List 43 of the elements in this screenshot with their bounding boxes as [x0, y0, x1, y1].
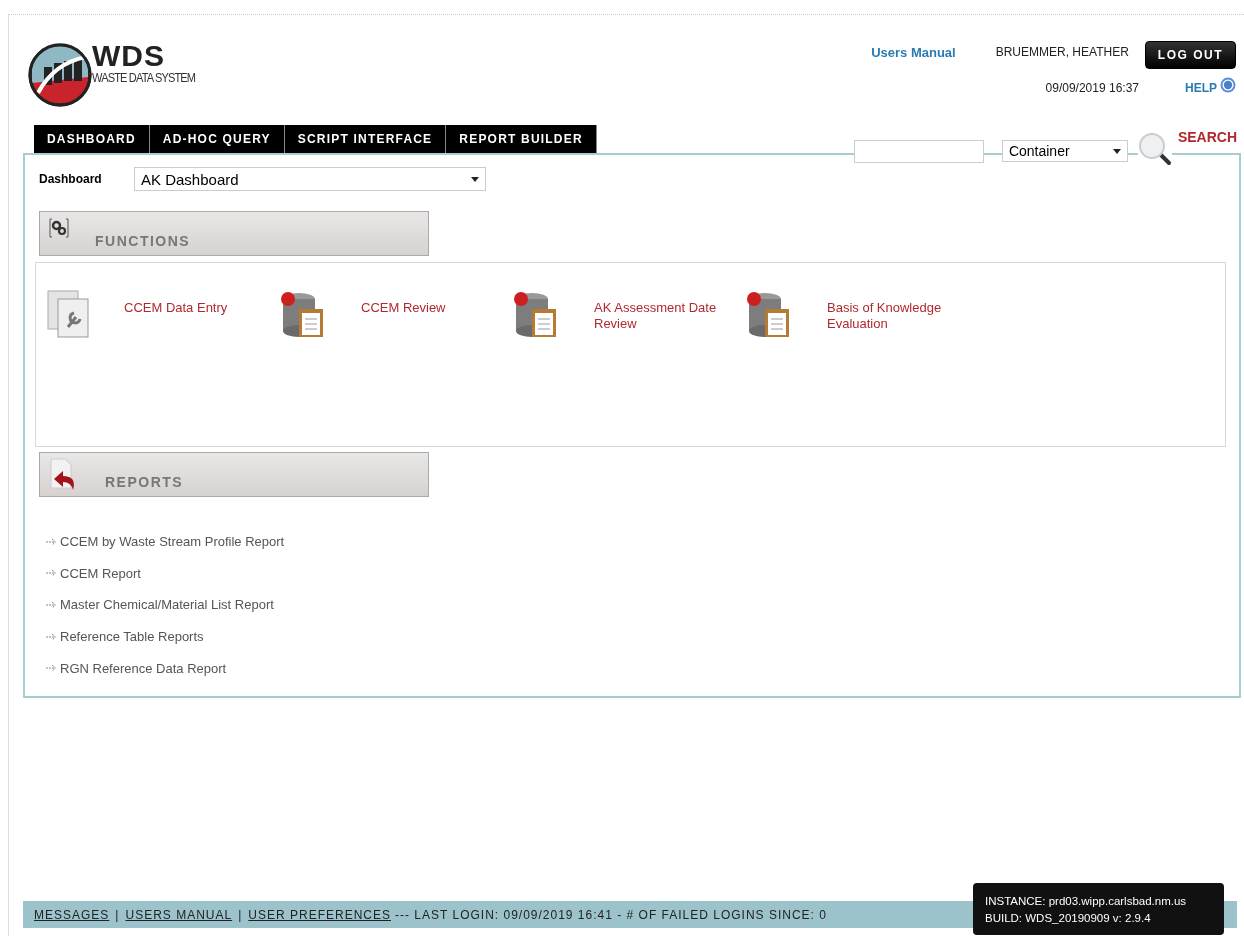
report-link[interactable]: CCEM Report — [60, 565, 141, 581]
build-text: BUILD: WDS_20190909 v: 2.9.4 — [985, 911, 1152, 924]
users-manual-link[interactable]: Users Manual — [871, 44, 956, 60]
arrow-icon — [46, 537, 57, 546]
nav-tab[interactable]: SCRIPT INTERFACE — [284, 125, 447, 153]
function-link[interactable]: Basis of Knowledge Evaluation — [827, 300, 953, 332]
function-link[interactable]: AK Assessment Date Review — [594, 300, 720, 332]
instance-text: INSTANCE: prd03.wipp.carlsbad.nm.us — [985, 894, 1188, 907]
search-field[interactable] — [853, 140, 984, 163]
help-link[interactable]: HELP — [1185, 81, 1217, 95]
nav-tab[interactable]: DASHBOARD — [34, 125, 150, 153]
footer-link[interactable]: USERS MANUAL — [125, 907, 233, 922]
search-button[interactable]: SEARCH — [1177, 129, 1239, 145]
logo-subtitle: WASTE DATA SYSTEM — [92, 71, 196, 85]
functions-title: FUNCTIONS — [95, 232, 191, 249]
arrow-icon — [46, 632, 57, 641]
footer-link[interactable]: MESSAGES — [34, 907, 110, 922]
arrow-icon — [46, 569, 57, 578]
nav-tab[interactable]: REPORT BUILDER — [446, 125, 597, 153]
report-link[interactable]: RGN Reference Data Report — [60, 660, 227, 676]
function-link[interactable]: CCEM Data Entry — [124, 300, 250, 316]
gears-icon — [49, 218, 69, 238]
report-link[interactable]: Reference Table Reports — [60, 629, 204, 645]
footer-link[interactable]: USER PREFERENCES — [248, 907, 391, 922]
function-link[interactable]: CCEM Review — [361, 300, 487, 316]
dashboard-select[interactable]: AK Dashboard — [134, 167, 486, 191]
documents-wrench-icon[interactable] — [46, 289, 92, 339]
reports-title: REPORTS — [105, 473, 184, 490]
arrow-icon — [46, 601, 57, 609]
separator: | — [115, 907, 120, 922]
arrow-icon — [46, 664, 57, 673]
report-link[interactable]: CCEM by Waste Stream Profile Report — [60, 534, 285, 550]
dashboard-label: Dashboard — [39, 172, 103, 186]
logo-title: WDS — [92, 41, 166, 71]
user-name: BRUEMMER, HEATHER — [995, 45, 1129, 59]
separator: | — [238, 907, 243, 922]
last-login-info: --- LAST LOGIN: 09/09/2019 16:41 - # OF FAILED LOGINS SINCE: 0 — [395, 907, 827, 922]
nav-tab[interactable]: AD-HOC QUERY — [149, 125, 285, 153]
logo-icon — [28, 43, 92, 107]
logout-button[interactable]: LOG OUT — [1144, 41, 1236, 69]
search-type-select[interactable]: Container — [1001, 140, 1128, 162]
datetime: 09/09/2019 16:37 — [1045, 81, 1139, 95]
report-link[interactable]: Master Chemical/Material List Report — [60, 597, 274, 613]
